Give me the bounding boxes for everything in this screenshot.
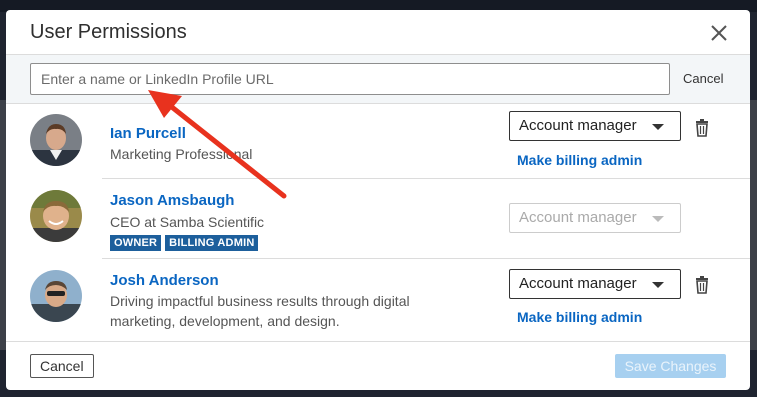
user-name[interactable]: Ian Purcell xyxy=(110,125,186,142)
search-bar: Cancel xyxy=(6,55,750,104)
owner-badge: OWNER xyxy=(110,235,162,251)
list-item: Jason Amsbaugh CEO at Samba Scientific O… xyxy=(6,179,750,259)
save-changes-button[interactable]: Save Changes xyxy=(615,354,726,378)
user-permissions-dialog: User Permissions Cancel Ian Purc xyxy=(6,10,750,390)
user-name[interactable]: Josh Anderson xyxy=(110,272,219,289)
chevron-down-icon xyxy=(652,216,664,222)
dialog-header: User Permissions xyxy=(6,10,750,55)
list-item: Josh Anderson Driving impactful business… xyxy=(6,259,750,339)
billing-admin-badge: BILLING ADMIN xyxy=(165,235,259,251)
dialog-title: User Permissions xyxy=(30,21,187,43)
backdrop-right xyxy=(749,100,757,350)
avatar xyxy=(30,114,82,166)
chevron-down-icon xyxy=(652,124,664,130)
cancel-button[interactable]: Cancel xyxy=(30,354,94,378)
make-billing-admin-link[interactable]: Make billing admin xyxy=(517,309,642,325)
dialog-footer: Cancel Save Changes xyxy=(6,341,750,390)
user-title: Driving impactful business results throu… xyxy=(110,293,410,329)
trash-icon[interactable] xyxy=(694,276,710,294)
role-dropdown[interactable]: Account manager xyxy=(509,269,681,299)
search-cancel-button[interactable]: Cancel xyxy=(683,71,723,86)
avatar xyxy=(30,270,82,322)
role-dropdown-value: Account manager xyxy=(519,209,637,226)
trash-icon[interactable] xyxy=(694,119,710,137)
role-dropdown-value: Account manager xyxy=(519,275,637,292)
user-title: CEO at Samba Scientific xyxy=(110,214,265,230)
role-dropdown: Account manager xyxy=(509,203,681,233)
close-icon[interactable] xyxy=(708,22,730,44)
role-dropdown-value: Account manager xyxy=(519,117,637,134)
user-list: Ian Purcell Marketing Professional Accou… xyxy=(6,104,750,339)
avatar xyxy=(30,190,82,242)
role-dropdown[interactable]: Account manager xyxy=(509,111,681,141)
list-item: Ian Purcell Marketing Professional Accou… xyxy=(6,104,750,179)
chevron-down-icon xyxy=(652,282,664,288)
user-title: Marketing Professional xyxy=(110,146,253,162)
user-badges: OWNER BILLING ADMIN xyxy=(110,235,259,251)
make-billing-admin-link[interactable]: Make billing admin xyxy=(517,152,642,168)
search-input[interactable] xyxy=(30,63,670,95)
user-name[interactable]: Jason Amsbaugh xyxy=(110,192,234,209)
